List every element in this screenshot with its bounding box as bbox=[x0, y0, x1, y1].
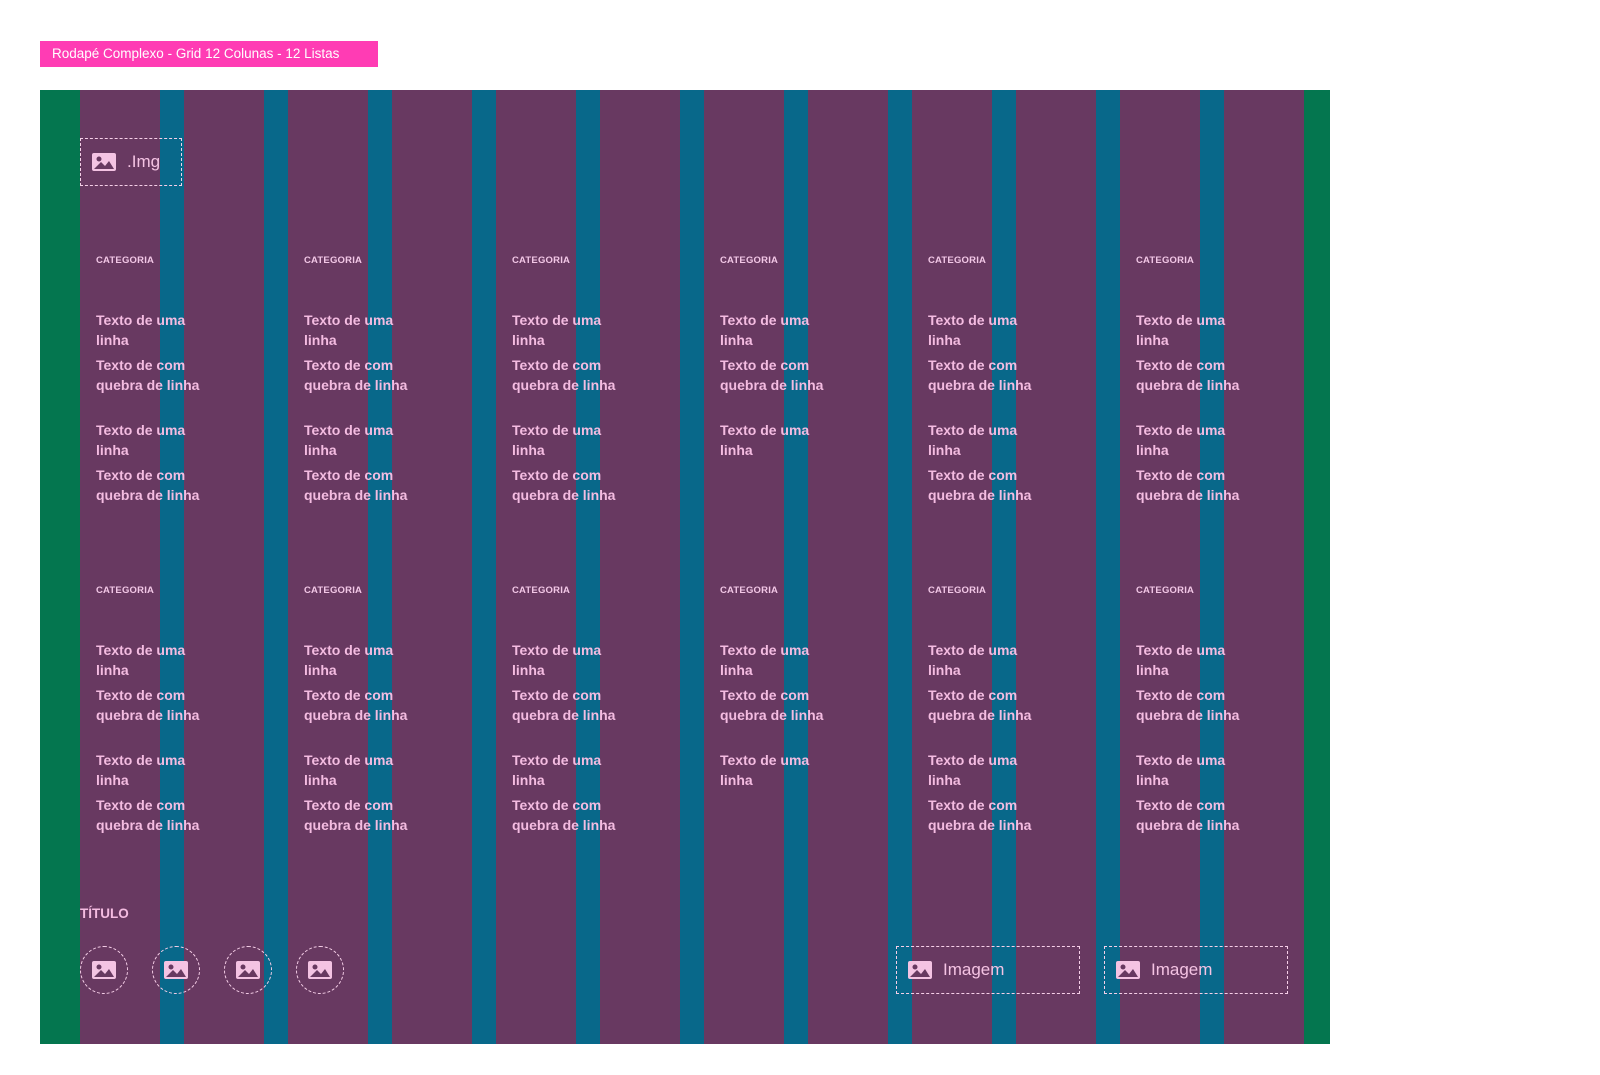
list-link[interactable]: Texto de uma linha bbox=[928, 640, 1048, 680]
list-link[interactable]: Texto de com quebra de linha bbox=[928, 795, 1048, 835]
list-category: CATEGORIA bbox=[96, 255, 155, 266]
list-link[interactable]: Texto de uma linha bbox=[720, 310, 840, 350]
image-icon bbox=[308, 961, 332, 979]
grid-column bbox=[912, 90, 992, 1044]
list-link[interactable]: Texto de uma linha bbox=[928, 750, 1048, 790]
grid-column bbox=[288, 90, 368, 1044]
social-link[interactable] bbox=[152, 946, 200, 994]
list-link[interactable]: Texto de uma linha bbox=[1136, 750, 1256, 790]
grid-column bbox=[704, 90, 784, 1044]
grid-column bbox=[80, 90, 160, 1044]
image-badge[interactable]: Imagem bbox=[896, 946, 1080, 994]
list-link[interactable]: Texto de com quebra de linha bbox=[304, 685, 424, 725]
list-category: CATEGORIA bbox=[304, 255, 363, 266]
list-category: CATEGORIA bbox=[1136, 255, 1195, 266]
grid-column bbox=[392, 90, 472, 1044]
list-link[interactable]: Texto de com quebra de linha bbox=[1136, 685, 1256, 725]
image-icon bbox=[908, 961, 932, 979]
list-link[interactable]: Texto de uma linha bbox=[96, 420, 216, 460]
list-link[interactable]: Texto de uma linha bbox=[1136, 420, 1256, 460]
social-link[interactable] bbox=[80, 946, 128, 994]
logo-placeholder[interactable]: .Img bbox=[80, 138, 182, 186]
list-link[interactable]: Texto de com quebra de linha bbox=[512, 685, 632, 725]
list-link[interactable]: Texto de com quebra de linha bbox=[96, 355, 216, 395]
image-badge[interactable]: Imagem bbox=[1104, 946, 1288, 994]
layout-tag: Rodapé Complexo - Grid 12 Colunas - 12 L… bbox=[40, 41, 378, 67]
list-category: CATEGORIA bbox=[512, 255, 571, 266]
list-link[interactable]: Texto de uma linha bbox=[1136, 640, 1256, 680]
social-link[interactable] bbox=[296, 946, 344, 994]
social-title: TÍTULO bbox=[80, 906, 129, 921]
list-link[interactable]: Texto de com quebra de linha bbox=[96, 465, 216, 505]
list-link[interactable]: Texto de uma linha bbox=[304, 420, 424, 460]
list-link[interactable]: Texto de uma linha bbox=[304, 750, 424, 790]
image-icon bbox=[236, 961, 260, 979]
list-link[interactable]: Texto de uma linha bbox=[96, 750, 216, 790]
list-link[interactable]: Texto de com quebra de linha bbox=[96, 685, 216, 725]
list-link[interactable]: Texto de uma linha bbox=[304, 640, 424, 680]
list-category: CATEGORIA bbox=[928, 255, 987, 266]
list-link[interactable]: Texto de com quebra de linha bbox=[928, 685, 1048, 725]
list-link[interactable]: Texto de uma linha bbox=[928, 310, 1048, 350]
list-category: CATEGORIA bbox=[1136, 585, 1195, 596]
grid-column bbox=[184, 90, 264, 1044]
grid-column bbox=[808, 90, 888, 1044]
list-link[interactable]: Texto de com quebra de linha bbox=[928, 465, 1048, 505]
list-link[interactable]: Texto de uma linha bbox=[512, 750, 632, 790]
image-badge-label: Imagem bbox=[1151, 960, 1213, 979]
list-link[interactable]: Texto de uma linha bbox=[96, 640, 216, 680]
list-link[interactable]: Texto de com quebra de linha bbox=[1136, 355, 1256, 395]
image-icon bbox=[92, 961, 116, 979]
grid-column bbox=[1224, 90, 1304, 1044]
footer-frame: .Img CATEGORIA Texto de uma linha Texto de… bbox=[40, 90, 1330, 1044]
list-category: CATEGORIA bbox=[304, 585, 363, 596]
list-link[interactable]: Texto de com quebra de linha bbox=[304, 795, 424, 835]
list-link[interactable]: Texto de com quebra de linha bbox=[96, 795, 216, 835]
list-category: CATEGORIA bbox=[720, 255, 779, 266]
logo-label: .Img bbox=[127, 152, 161, 171]
list-link[interactable]: Texto de com quebra de linha bbox=[1136, 795, 1256, 835]
list-category: CATEGORIA bbox=[720, 585, 779, 596]
image-badge-label: Imagem bbox=[943, 960, 1005, 979]
grid-column bbox=[600, 90, 680, 1044]
list-link[interactable]: Texto de com quebra de linha bbox=[512, 795, 632, 835]
image-icon bbox=[1116, 961, 1140, 979]
social-link[interactable] bbox=[224, 946, 272, 994]
list-link[interactable]: Texto de uma linha bbox=[512, 310, 632, 350]
grid-column bbox=[1016, 90, 1096, 1044]
list-link[interactable]: Texto de com quebra de linha bbox=[928, 355, 1048, 395]
list-link[interactable]: Texto de com quebra de linha bbox=[720, 355, 840, 395]
list-link[interactable]: Texto de com quebra de linha bbox=[512, 465, 632, 505]
grid-column bbox=[1120, 90, 1200, 1044]
list-link[interactable]: Texto de com quebra de linha bbox=[304, 465, 424, 505]
list-link[interactable]: Texto de uma linha bbox=[720, 750, 840, 790]
list-link[interactable]: Texto de uma linha bbox=[720, 640, 840, 680]
image-icon bbox=[164, 961, 188, 979]
list-link[interactable]: Texto de uma linha bbox=[928, 420, 1048, 460]
list-category: CATEGORIA bbox=[512, 585, 571, 596]
image-icon bbox=[92, 153, 116, 171]
grid-column bbox=[496, 90, 576, 1044]
list-link[interactable]: Texto de com quebra de linha bbox=[304, 355, 424, 395]
list-link[interactable]: Texto de uma linha bbox=[96, 310, 216, 350]
list-category: CATEGORIA bbox=[928, 585, 987, 596]
list-link[interactable]: Texto de uma linha bbox=[1136, 310, 1256, 350]
list-link[interactable]: Texto de uma linha bbox=[720, 420, 840, 460]
list-link[interactable]: Texto de uma linha bbox=[512, 420, 632, 460]
list-link[interactable]: Texto de uma linha bbox=[512, 640, 632, 680]
list-link[interactable]: Texto de com quebra de linha bbox=[512, 355, 632, 395]
list-link[interactable]: Texto de com quebra de linha bbox=[720, 685, 840, 725]
list-link[interactable]: Texto de com quebra de linha bbox=[1136, 465, 1256, 505]
list-link[interactable]: Texto de uma linha bbox=[304, 310, 424, 350]
list-category: CATEGORIA bbox=[96, 585, 155, 596]
